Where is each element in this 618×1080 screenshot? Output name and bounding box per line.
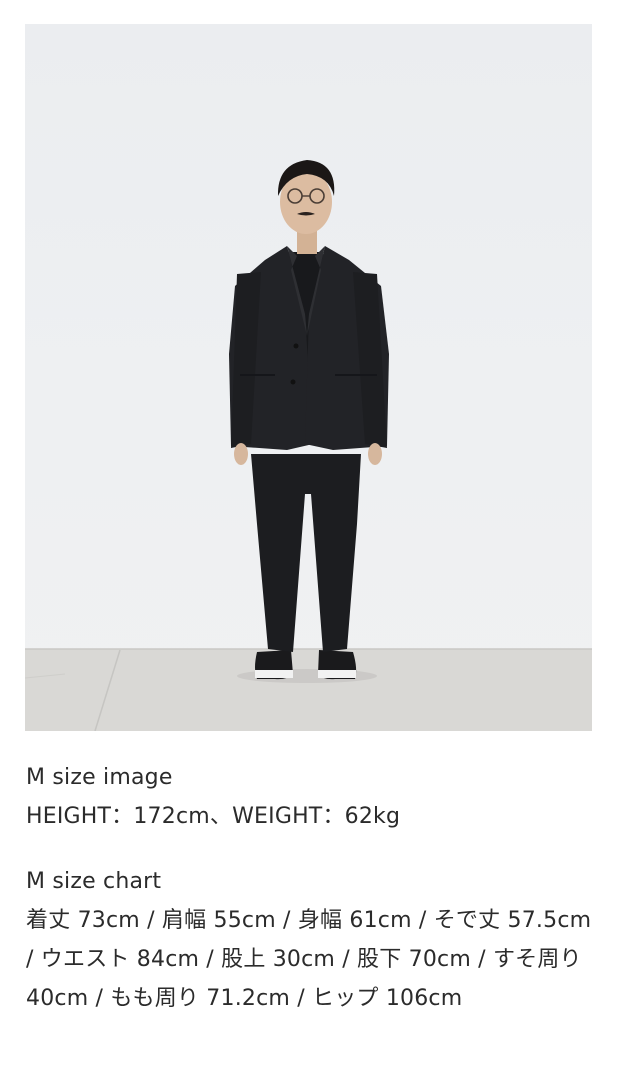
size-image-title: M size image bbox=[26, 765, 173, 790]
model-wearing-black-suit-image bbox=[25, 160, 592, 731]
size-chart-info: M size chart 着丈 73cm / 肩幅 55cm / 身幅 61cm… bbox=[26, 862, 592, 1018]
size-image-info: M size image HEIGHT：172cm、WEIGHT：62kg bbox=[26, 758, 592, 836]
size-chart-title: M size chart bbox=[26, 869, 162, 894]
product-photo bbox=[25, 24, 592, 731]
size-chart-details: 着丈 73cm / 肩幅 55cm / 身幅 61cm / そで丈 57.5cm… bbox=[26, 908, 592, 1011]
model-measurements: HEIGHT：172cm、WEIGHT：62kg bbox=[26, 804, 401, 829]
